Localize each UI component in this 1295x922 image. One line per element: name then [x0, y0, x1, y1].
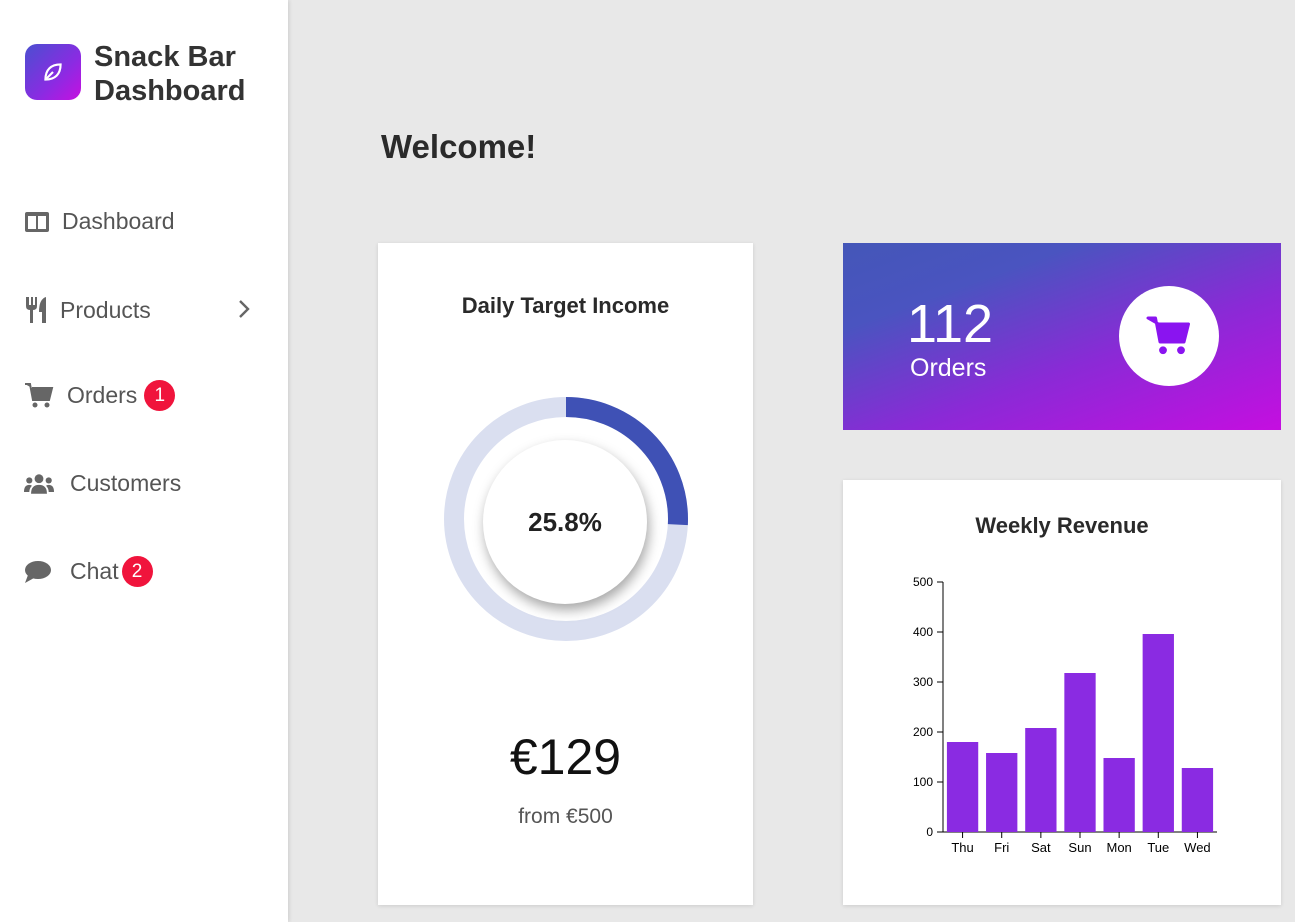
orders-badge: 1: [144, 380, 176, 411]
orders-count: 112: [907, 294, 994, 354]
sidebar-item-dashboard[interactable]: Dashboard: [24, 208, 175, 235]
page-title: Welcome!: [381, 128, 537, 165]
x-tick-label: Thu: [951, 840, 973, 855]
y-tick-label: 200: [913, 725, 933, 739]
leaf-icon: [25, 44, 81, 100]
x-tick-label: Tue: [1147, 840, 1169, 855]
chat-icon: [24, 560, 54, 584]
weekly-revenue-chart: 0 100 200 300 400 500 Thu Fri Sat Sun Mon Tue Wed: [913, 575, 1217, 855]
income-target: from €500: [518, 805, 613, 828]
x-tick-label: Fri: [994, 840, 1009, 855]
orders-icon-circle: [1119, 286, 1219, 386]
bar-thu: [946, 742, 979, 832]
bar-sun: [1064, 673, 1096, 832]
sidebar-item-label: Orders: [67, 382, 138, 408]
sidebar-item-customers[interactable]: Customers: [24, 470, 181, 497]
target-donut: 25.8%: [442, 395, 690, 643]
brand-line-1: Snack Bar: [94, 41, 236, 73]
y-tick-label: 300: [913, 675, 933, 689]
orders-label: Orders: [910, 354, 987, 382]
users-icon: [24, 471, 54, 497]
brand-title: Snack Bar Dashboard: [94, 40, 245, 108]
bar-tue: [1142, 634, 1174, 832]
sidebar-item-label: Products: [60, 296, 151, 323]
x-tick-label: Wed: [1184, 840, 1211, 855]
bar-wed: [1181, 768, 1214, 832]
chat-badge: 2: [121, 556, 153, 587]
sidebar-item-orders[interactable]: Orders 1: [24, 380, 176, 411]
x-tick-label: Sat: [1031, 840, 1051, 855]
bar-mon: [1103, 758, 1135, 832]
brand-line-2: Dashboard: [94, 75, 246, 107]
target-percent: 25.8%: [483, 440, 647, 604]
cart-icon: [24, 382, 54, 410]
sidebar: Snack Bar Dashboard Dashboard Products O…: [0, 0, 288, 922]
dashboard-icon: [24, 210, 54, 234]
sidebar-item-label: Customers: [70, 470, 182, 496]
orders-card[interactable]: 112 Orders: [843, 243, 1281, 430]
bar-sat: [1025, 728, 1057, 832]
sidebar-item-label: Chat: [70, 558, 119, 584]
y-tick-label: 0: [926, 825, 933, 839]
x-tick-label: Sun: [1068, 840, 1091, 855]
bar-fri: [986, 753, 1018, 832]
sidebar-item-label: Dashboard: [62, 208, 175, 234]
chevron-right-icon[interactable]: [238, 298, 250, 325]
sidebar-item-chat[interactable]: Chat 2: [24, 556, 153, 587]
utensils-icon: [24, 296, 54, 324]
weekly-revenue-card: Weekly Revenue 0 100 200 300 400 500 Thu Fri Sat…: [843, 480, 1281, 905]
daily-target-card: Daily Target Income 25.8% €129 from €500: [378, 243, 753, 905]
x-tick-label: Mon: [1106, 840, 1131, 855]
y-tick-label: 400: [913, 625, 933, 639]
y-tick-label: 500: [913, 575, 933, 589]
income-amount: €129: [509, 729, 622, 785]
cart-icon: [1146, 316, 1190, 355]
brand[interactable]: Snack Bar Dashboard: [25, 40, 245, 108]
y-tick-label: 100: [913, 775, 933, 789]
sidebar-item-products[interactable]: Products: [24, 296, 264, 324]
card-title: Daily Target Income: [461, 293, 670, 318]
